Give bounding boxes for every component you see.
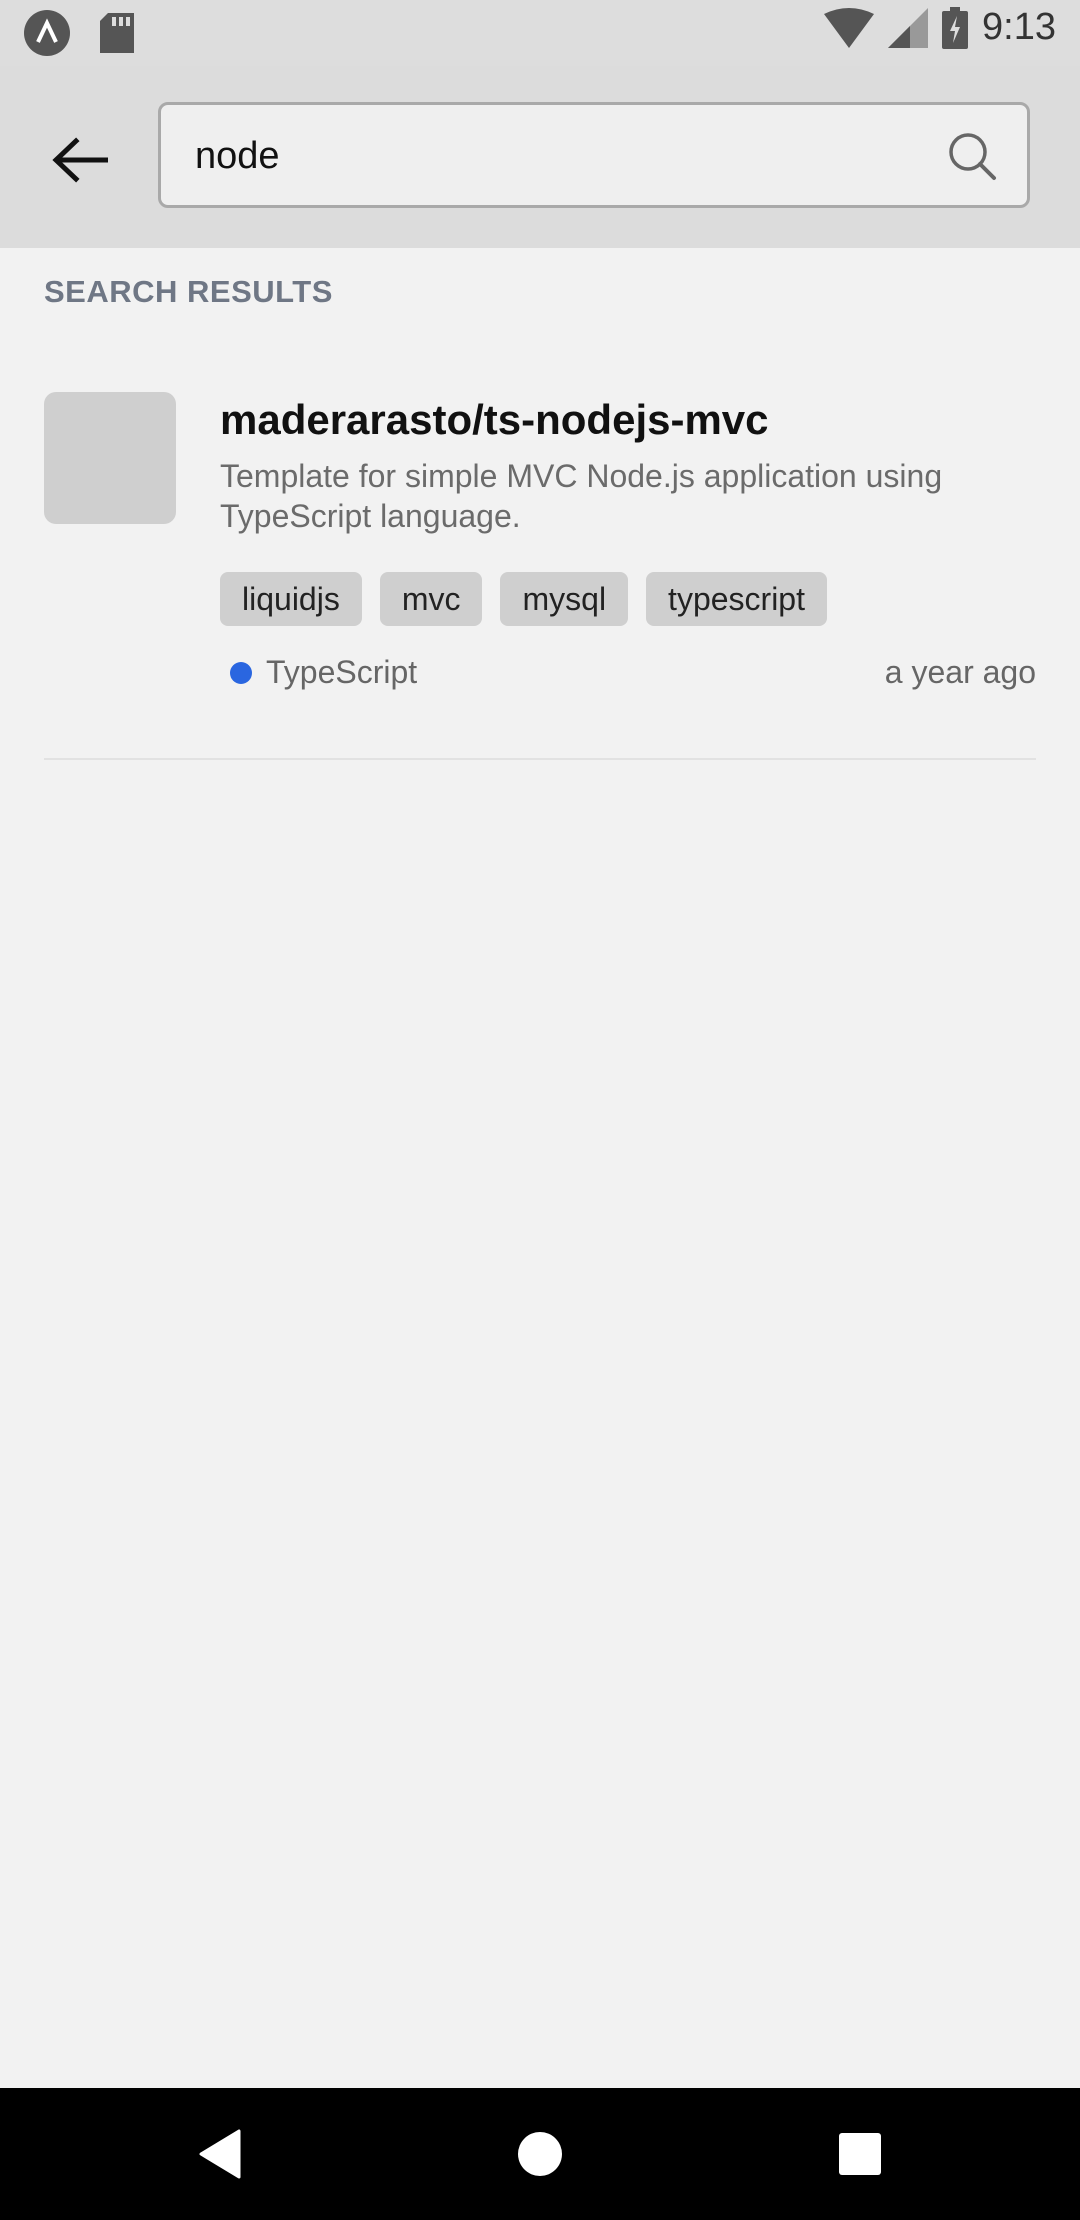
repo-description: Template for simple MVC Node.js applicat… xyxy=(220,458,943,534)
wifi-icon xyxy=(824,7,875,48)
back-triangle-icon xyxy=(199,2129,241,2179)
search-icon[interactable] xyxy=(947,131,997,181)
nav-back-button[interactable] xyxy=(188,2122,252,2186)
search-box xyxy=(158,102,1030,208)
back-button[interactable] xyxy=(40,120,120,200)
list-item[interactable]: maderarasto/ts-nodejs-mvc Template for s… xyxy=(44,370,1036,760)
signal-icon xyxy=(888,7,929,48)
status-bar: 9:13 xyxy=(0,0,1080,66)
arrow-left-icon xyxy=(52,137,108,183)
language-dot-icon xyxy=(230,661,252,684)
recents-square-icon xyxy=(839,2133,881,2175)
topic-tag[interactable]: mysql xyxy=(500,572,629,626)
sd-card-icon xyxy=(100,13,134,53)
search-input[interactable] xyxy=(193,105,937,207)
language-label: TypeScript xyxy=(266,654,418,690)
app-logo-icon xyxy=(24,10,70,56)
search-app-bar xyxy=(0,66,1080,248)
status-right: 9:13 xyxy=(824,6,1056,49)
navigation-bar xyxy=(0,2088,1080,2220)
status-time: 9:13 xyxy=(982,6,1056,48)
topic-tags: liquidjs mvc mysql typescript xyxy=(220,572,827,626)
topic-tag[interactable]: mvc xyxy=(379,572,483,626)
battery-charging-icon xyxy=(942,6,969,49)
status-left xyxy=(24,10,134,56)
updated-time: a year ago xyxy=(884,654,1036,690)
topic-tag[interactable]: typescript xyxy=(646,572,827,626)
nav-home-button[interactable] xyxy=(508,2122,572,2186)
section-header: SEARCH RESULTS xyxy=(44,274,333,309)
nav-recents-button[interactable] xyxy=(828,2122,892,2186)
home-circle-icon xyxy=(518,2132,562,2176)
repo-name: maderarasto/ts-nodejs-mvc xyxy=(220,396,769,443)
avatar xyxy=(44,392,176,524)
topic-tag[interactable]: liquidjs xyxy=(220,572,362,626)
language: TypeScript xyxy=(230,654,417,691)
